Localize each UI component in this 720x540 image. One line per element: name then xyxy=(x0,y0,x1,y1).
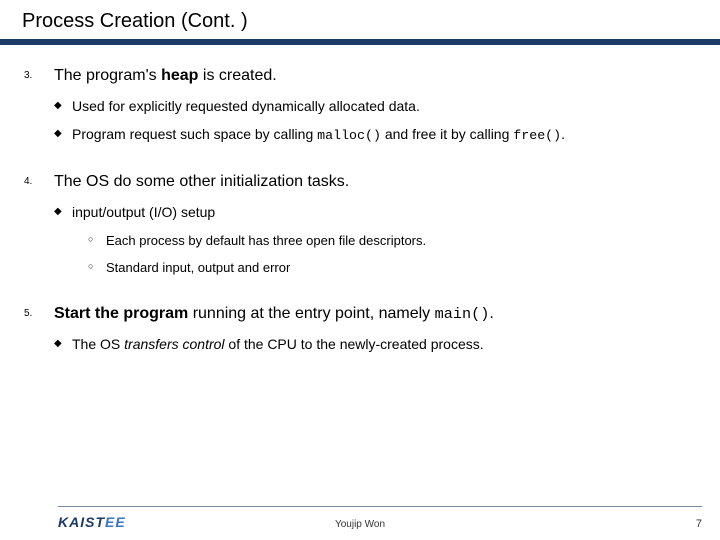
sub2-item: ○ Each process by default has three open… xyxy=(106,232,688,250)
text: Each process by default has three open f… xyxy=(106,233,426,248)
item-heading: The OS do some other initialization task… xyxy=(54,171,688,193)
sub-list: ◆ Used for explicitly requested dynamica… xyxy=(54,97,688,146)
circle-bullet-icon: ○ xyxy=(88,260,93,272)
text: Standard input, output and error xyxy=(106,260,290,275)
circle-bullet-icon: ○ xyxy=(88,233,93,245)
item-number: 5. xyxy=(24,307,32,321)
sub-item: ◆ Program request such space by calling … xyxy=(72,125,688,145)
text: . xyxy=(561,126,565,142)
slide-title: Process Creation (Cont. ) xyxy=(22,10,720,33)
sub-list: ◆ input/output (I/O) setup ○ Each proces… xyxy=(54,203,688,277)
item-number: 4. xyxy=(24,175,32,189)
sub-list: ◆ The OS transfers control of the CPU to… xyxy=(54,335,688,354)
text: is created. xyxy=(198,67,276,84)
page-number: 7 xyxy=(696,518,702,530)
diamond-bullet-icon: ◆ xyxy=(54,127,62,141)
text: The OS do some other initialization task… xyxy=(54,173,349,190)
item-number: 3. xyxy=(24,69,32,83)
text: The program's xyxy=(54,67,161,84)
text: input/output (I/O) setup xyxy=(72,204,215,220)
code-text: main() xyxy=(435,305,490,323)
italic-text: transfers control xyxy=(124,336,224,352)
diamond-bullet-icon: ◆ xyxy=(54,99,62,113)
sub2-item: ○ Standard input, output and error xyxy=(106,259,688,277)
sub-item: ◆ Used for explicitly requested dynamica… xyxy=(72,97,688,116)
sub-item: ◆ The OS transfers control of the CPU to… xyxy=(72,335,688,354)
diamond-bullet-icon: ◆ xyxy=(54,205,62,219)
slide: Process Creation (Cont. ) 3. The program… xyxy=(0,0,720,540)
sub2-list: ○ Each process by default has three open… xyxy=(72,232,688,277)
text: . xyxy=(489,305,493,322)
list-item-4: 4. The OS do some other initialization t… xyxy=(54,171,688,277)
text: running at the entry point, namely xyxy=(188,305,434,322)
code-text: malloc() xyxy=(317,128,381,143)
author-name: Youjip Won xyxy=(0,519,720,530)
item-heading: The program's heap is created. xyxy=(54,65,688,87)
bold-text: Start the program xyxy=(54,305,188,322)
text: The OS xyxy=(72,336,124,352)
code-text: free() xyxy=(513,128,561,143)
text: of the CPU to the newly-created process. xyxy=(225,336,484,352)
list-item-5: 5. Start the program running at the entr… xyxy=(54,303,688,353)
sub-item: ◆ input/output (I/O) setup ○ Each proces… xyxy=(72,203,688,277)
text: Program request such space by calling xyxy=(72,126,317,142)
item-heading: Start the program running at the entry p… xyxy=(54,303,688,325)
list-item-3: 3. The program's heap is created. ◆ Used… xyxy=(54,65,688,145)
content: 3. The program's heap is created. ◆ Used… xyxy=(0,45,720,353)
diamond-bullet-icon: ◆ xyxy=(54,337,62,351)
footer-rule xyxy=(58,506,702,507)
text: and free it by calling xyxy=(381,126,513,142)
text: Used for explicitly requested dynamicall… xyxy=(72,98,420,114)
footer: KAISTEE Youjip Won 7 xyxy=(0,506,720,534)
bold-text: heap xyxy=(161,67,198,84)
title-bar: Process Creation (Cont. ) xyxy=(0,0,720,39)
